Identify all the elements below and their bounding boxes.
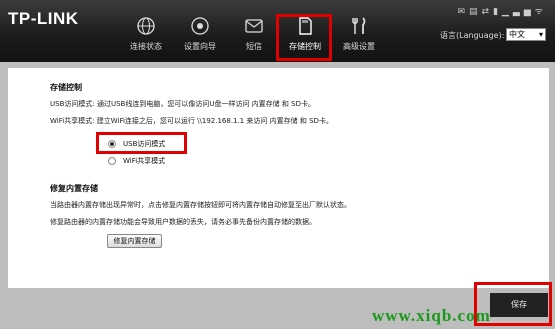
usb-status-icon: ⇄: [481, 7, 494, 17]
tools-icon: [352, 17, 366, 34]
wizard-icon: [191, 17, 209, 35]
storage-section-title: 存储控制: [50, 83, 82, 92]
radio-button[interactable]: [108, 157, 116, 165]
nav-label: 短信: [246, 42, 262, 51]
signal-icon: ▁▃▅: [502, 7, 535, 17]
restore-warning: 修复路由器的内置存储功能会导致用户数据的丢失，请务必事先备份内置存储的数据。: [50, 218, 316, 226]
nav-highlight-box: [276, 14, 332, 61]
language-label: 语言(Language):: [440, 31, 505, 40]
sms-icon: [245, 19, 263, 33]
restore-storage-button[interactable]: 修复内置存储: [107, 234, 162, 248]
watermark: www.xiqb.com: [372, 306, 491, 325]
sd-status-icon: ▤: [469, 7, 482, 17]
radio-highlight-box: [96, 132, 187, 154]
restore-section-title: 修复内置存储: [50, 184, 98, 193]
nav-setup-wizard[interactable]: 设置向导: [172, 16, 228, 56]
nav-connection-status[interactable]: 连接状态: [118, 16, 174, 56]
mail-status-icon: ✉: [457, 7, 469, 17]
language-value: 中文: [509, 30, 525, 39]
battery-icon: ▮: [493, 7, 503, 17]
nav-label: 高级设置: [343, 42, 375, 51]
wifi-icon: ᯤ: [534, 7, 547, 17]
restore-description: 当路由器内置存储出现异常时，点击修复内置存储按钮即可将内置存储自动修复至出厂默认…: [50, 201, 351, 209]
language-select[interactable]: 中文: [506, 28, 546, 41]
tp-link-logo: TP-LINK: [8, 9, 79, 28]
nav-advanced-settings[interactable]: 高级设置: [331, 16, 387, 56]
wifi-mode-description: WiFi共享模式: 建立WiFi连接之后，您可以运行 \\192.168.1.1…: [50, 117, 333, 125]
nav-label: 连接状态: [130, 42, 162, 51]
nav-label: 设置向导: [184, 42, 216, 51]
globe-icon: [137, 17, 155, 35]
status-icons: ✉▤⇄▮▁▃▅ᯤ: [457, 4, 547, 17]
radio-label: WiFi共享模式: [123, 157, 166, 165]
nav-sms[interactable]: 短信: [226, 16, 282, 56]
radio-wifi-mode[interactable]: WiFi共享模式: [108, 156, 165, 166]
usb-mode-description: USB访问模式: 通过USB线连到电脑，您可以像访问U盘一样访问 内置存储 和 …: [50, 100, 315, 108]
